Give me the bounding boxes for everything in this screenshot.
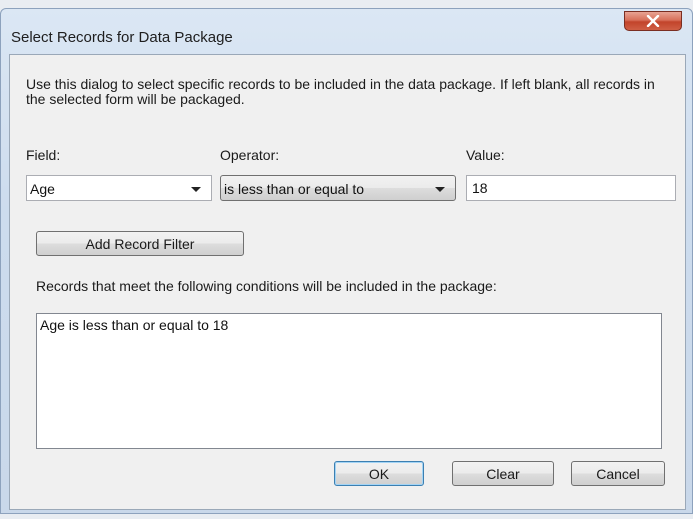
- close-x-icon: [646, 15, 660, 27]
- dialog-description: Use this dialog to select specific recor…: [26, 76, 655, 107]
- clear-button[interactable]: Clear: [452, 461, 554, 486]
- condition-item[interactable]: Age is less than or equal to 18: [40, 317, 228, 333]
- dialog-window: Select Records for Data Package Use this…: [0, 8, 693, 514]
- value-input[interactable]: 18: [466, 175, 676, 201]
- field-dropdown[interactable]: Age: [26, 175, 212, 201]
- field-label: Field:: [26, 147, 61, 163]
- cancel-button-label: Cancel: [596, 465, 640, 482]
- chevron-down-icon: [435, 187, 445, 192]
- conditions-label: Records that meet the following conditio…: [36, 278, 497, 294]
- value-input-text: 18: [472, 180, 488, 196]
- close-button[interactable]: [624, 11, 682, 31]
- operator-dropdown[interactable]: is less than or equal to: [220, 175, 456, 201]
- operator-label: Operator:: [220, 147, 280, 163]
- add-record-filter-button[interactable]: Add Record Filter: [36, 231, 244, 256]
- operator-dropdown-value: is less than or equal to: [224, 181, 365, 197]
- cancel-button[interactable]: Cancel: [571, 461, 665, 486]
- chevron-down-icon: [191, 187, 201, 192]
- ok-button-label: OK: [368, 465, 390, 482]
- dialog-title: Select Records for Data Package: [11, 29, 233, 46]
- field-dropdown-value: Age: [30, 181, 55, 197]
- dialog-client-area: Use this dialog to select specific recor…: [9, 54, 686, 510]
- ok-button[interactable]: OK: [334, 461, 424, 486]
- add-record-filter-label: Add Record Filter: [85, 235, 195, 252]
- value-label: Value:: [466, 147, 505, 163]
- conditions-list[interactable]: Age is less than or equal to 18: [36, 313, 662, 449]
- clear-button-label: Clear: [486, 465, 520, 482]
